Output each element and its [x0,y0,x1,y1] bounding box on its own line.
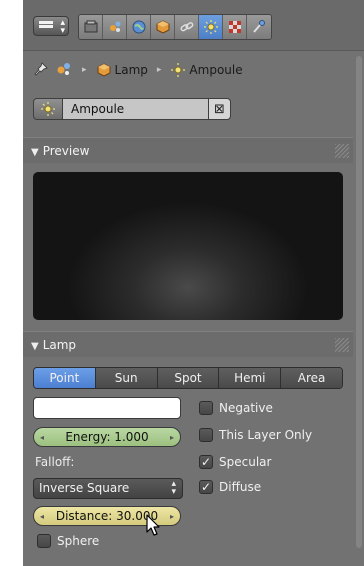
lamp-panel-header[interactable]: ▼ Lamp [23,331,353,357]
object-data-lamp-icon [203,20,218,34]
increment-arrow-icon[interactable]: ▸ [170,433,174,442]
decrement-arrow-icon[interactable]: ◂ [40,433,44,442]
breadcrumb-label: Ampoule [189,63,243,77]
scene-icon [109,21,120,32]
editor-type-button[interactable]: ▴ ▾ [33,16,69,36]
increment-arrow-icon[interactable]: ▸ [170,512,174,521]
checkbox-label: This Layer Only [219,428,313,442]
decrement-arrow-icon[interactable]: ◂ [40,512,44,521]
lamp-type-area[interactable]: Area [281,368,342,388]
checkmark-icon: ✓ [200,455,212,469]
tab-render[interactable] [79,15,103,39]
tab-constraints[interactable] [175,15,199,39]
lamp-type-spot[interactable]: Spot [157,368,220,388]
checkbox-box[interactable] [199,428,213,442]
world-icon [132,20,145,34]
lamp-type-sun[interactable]: Sun [95,368,158,388]
lamp-type-point[interactable]: Point [34,368,96,388]
checkbox-label: Sphere [57,534,100,548]
properties-editor: ▴ ▾ ▸ Lamp ▸ Ampoule Ampoule ⊠ ▼ Preview… [23,0,364,566]
breadcrumb-separator-icon: ▸ [82,65,87,75]
collapse-triangle-icon: ▼ [31,147,39,158]
panel-title: Preview [42,144,90,158]
panel-drag-grip-icon[interactable] [335,338,349,352]
breadcrumb-separator-icon: ▸ [156,65,162,75]
collapse-triangle-icon: ▼ [31,341,39,352]
properties-editor-icon [39,21,53,31]
falloff-value: Inverse Square [39,481,130,495]
browse-lamp-button[interactable] [33,98,63,120]
lamp-icon [41,102,55,116]
object-icon [97,63,111,77]
mouse-cursor-icon [146,514,160,536]
pin-icon[interactable] [33,61,49,80]
checkbox-box[interactable] [37,534,51,548]
unlink-datablock-button[interactable]: ⊠ [209,98,231,120]
object-icon [156,20,169,34]
this-layer-only-checkbox[interactable]: This Layer Only [199,428,312,442]
diffuse-checkbox[interactable]: ✓ Diffuse [199,480,261,494]
checkbox-box[interactable]: ✓ [199,455,213,469]
constraints-icon [179,22,193,32]
texture-icon [228,21,241,33]
lamp-color-field[interactable] [33,397,181,419]
falloff-label: Falloff: [35,455,75,469]
energy-slider[interactable]: ◂ Energy: 1.000 ▸ [33,427,181,447]
checkbox-label: Specular [219,455,272,469]
checkbox-box[interactable] [199,401,213,415]
tab-object-data[interactable] [199,15,223,39]
checkbox-label: Negative [219,401,273,415]
checkbox-box[interactable]: ✓ [199,480,213,494]
checkmark-icon: ✓ [200,480,212,494]
specular-checkbox[interactable]: ✓ Specular [199,455,271,469]
breadcrumb-label: Lamp [114,63,148,77]
negative-checkbox[interactable]: Negative [199,401,273,415]
lamp-type-hemi[interactable]: Hemi [219,368,282,388]
datablock-name-field[interactable]: Ampoule [63,98,209,120]
up-down-arrows-icon: ▴ ▾ [171,479,176,497]
breadcrumb-item-object[interactable]: Lamp [96,62,148,78]
context-tabs [78,14,272,40]
tab-object[interactable] [151,15,175,39]
lamp-preview [33,172,343,320]
tab-texture[interactable] [223,15,247,39]
vertical-scrollbar[interactable] [356,56,362,548]
falloff-dropdown[interactable]: Inverse Square ▴ ▾ [33,478,183,499]
distance-value: Distance: 30.000 [55,509,159,523]
energy-value: Energy: 1.000 [65,430,149,444]
preview-panel-header[interactable]: ▼ Preview [23,137,353,163]
lamp-type-selector: Point Sun Spot Hemi Area [33,367,343,389]
tab-scene[interactable] [103,15,127,39]
lamp-icon [171,63,186,77]
panel-drag-grip-icon[interactable] [335,144,349,158]
tab-world[interactable] [127,15,151,39]
breadcrumb: ▸ Lamp ▸ Ampoule [33,60,243,80]
checkbox-label: Diffuse [219,480,262,494]
breadcrumb-item-lamp-data[interactable]: Ampoule [170,62,243,78]
properties-header: ▴ ▾ [23,0,364,51]
scene-icon [55,61,73,80]
render-icon [84,20,97,33]
panel-title: Lamp [42,338,77,352]
sphere-checkbox[interactable]: Sphere [37,534,99,548]
tab-physics[interactable] [247,15,271,39]
lamp-datablock-selector: Ampoule ⊠ [33,98,231,120]
physics-icon [253,20,265,33]
close-icon: ⊠ [214,101,225,117]
up-down-arrows-icon: ▴ ▾ [60,18,65,36]
